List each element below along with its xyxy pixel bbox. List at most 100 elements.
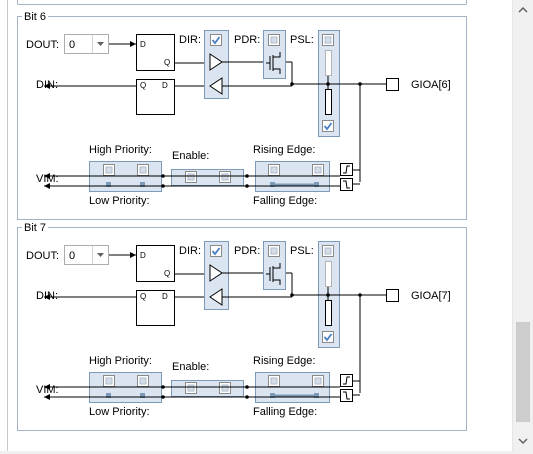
high-priority-checkbox-a-inner (105, 377, 113, 385)
pin-label: GIOA[7] (411, 290, 451, 302)
pdr-label: PDR: (234, 34, 260, 46)
enable-label: Enable: (172, 361, 209, 373)
psl-pulldown-checkbox[interactable] (322, 331, 334, 343)
rising-edge-checkbox-a-inner (270, 166, 278, 174)
dout-value: 0 (69, 39, 75, 51)
flipflop-d-label: D (162, 81, 168, 90)
pin-pad-icon (386, 78, 399, 91)
rising-edge-checkbox-a[interactable] (268, 164, 280, 176)
dout-dropdown[interactable]: 0 (64, 245, 109, 265)
psl-pullup-checkbox[interactable] (322, 34, 334, 46)
pin-label: GIOA[6] (411, 79, 451, 91)
group-title: Bit 6 (24, 11, 46, 23)
enable-checkbox-b[interactable] (219, 171, 231, 183)
rising-edge-checkbox-b[interactable] (312, 375, 324, 387)
enable-checkbox-a-inner (187, 173, 195, 181)
flipflop-q-label: Q (164, 269, 170, 278)
junction-dot (358, 82, 362, 86)
enable-box (171, 380, 244, 397)
junction-dot (161, 395, 165, 399)
rising-edge-checkbox-a-inner (270, 377, 278, 385)
dir-label: DIR: (179, 245, 201, 257)
junction-dot (358, 293, 362, 297)
flipflop-d-label: D (140, 40, 146, 49)
group-bit-1: Bit 7DOUT:DIN:VIM:0DQQDDIR:PDR:PSL:GIOA[… (17, 220, 467, 431)
pin-pad-icon (386, 289, 399, 302)
high-priority-checkbox-a[interactable] (103, 164, 115, 176)
gio-configuration-canvas: Bit 6DOUT:DIN:VIM:0DQQDDIR:PDR:PSL:GIOA[… (0, 0, 512, 451)
enable-checkbox-b-inner (221, 384, 229, 392)
rising-edge-checkbox-b[interactable] (312, 164, 324, 176)
junction-dot (245, 174, 249, 178)
junction-dot (326, 293, 330, 297)
dir-checkbox[interactable] (210, 34, 222, 46)
flipflop-q-label: Q (164, 58, 170, 67)
high-priority-checkbox-b[interactable] (137, 375, 149, 387)
dir-checkbox[interactable] (210, 245, 222, 257)
pdr-checkbox-inner (270, 36, 278, 44)
falling-edge-label: Falling Edge: (253, 195, 317, 207)
enable-checkbox-b[interactable] (219, 382, 231, 394)
junction-dot (326, 82, 330, 86)
low-priority-label: Low Priority: (89, 406, 150, 418)
pulldown-resistor-icon (325, 89, 332, 115)
dir-label: DIR: (179, 34, 201, 46)
pdr-checkbox[interactable] (268, 245, 280, 257)
pdr-checkbox[interactable] (268, 34, 280, 46)
high-priority-checkbox-a-inner (105, 166, 113, 174)
high-priority-checkbox-b-inner (139, 166, 147, 174)
psl-pullup-checkbox-inner (324, 36, 332, 44)
rising-edge-label: Rising Edge: (253, 355, 315, 367)
vertical-scrollbar[interactable] (512, 0, 533, 451)
junction-dot (161, 385, 165, 389)
psl-label: PSL: (290, 34, 314, 46)
high-priority-label: High Priority: (89, 355, 152, 367)
gio-pin-diagram: Bit 6DOUT:DIN:VIM:0DQQDDIR:PDR:PSL:GIOA[… (7, 0, 467, 451)
enable-checkbox-a[interactable] (185, 382, 197, 394)
arrow-right-icon (130, 41, 136, 47)
rising-edge-checkbox-b-inner (314, 166, 322, 174)
pulldown-resistor-icon (325, 300, 332, 326)
dir-checkbox-box[interactable] (210, 34, 222, 46)
group-title: Bit 7 (24, 222, 46, 234)
chevron-down-icon[interactable] (515, 433, 531, 449)
high-priority-checkbox-a[interactable] (103, 375, 115, 387)
dout-dropdown[interactable]: 0 (64, 34, 109, 54)
psl-pullup-checkbox[interactable] (322, 245, 334, 257)
junction-dot (161, 174, 165, 178)
dout-label: DOUT: (26, 39, 59, 51)
falling-edge-label: Falling Edge: (253, 406, 317, 418)
group-bit-0: Bit 6DOUT:DIN:VIM:0DQQDDIR:PDR:PSL:GIOA[… (17, 9, 467, 220)
chevron-up-icon[interactable] (515, 2, 531, 18)
psl-pulldown-checkbox-box[interactable] (322, 120, 334, 132)
psl-pulldown-checkbox[interactable] (322, 120, 334, 132)
flipflop-d-label: D (140, 251, 146, 260)
rising-edge-checkbox-a[interactable] (268, 375, 280, 387)
enable-box (171, 169, 244, 186)
high-priority-label: High Priority: (89, 144, 152, 156)
pullup-resistor-icon (325, 50, 332, 76)
pdr-label: PDR: (234, 245, 260, 257)
junction-dot (245, 184, 249, 188)
dir-checkbox-box[interactable] (210, 245, 222, 257)
pdr-checkbox-inner (270, 247, 278, 255)
flipflop-q-label: Q (140, 81, 146, 90)
pullup-resistor-icon (325, 261, 332, 287)
high-priority-checkbox-b-inner (139, 377, 147, 385)
low-priority-label: Low Priority: (89, 195, 150, 207)
rising-edge-label: Rising Edge: (253, 144, 315, 156)
psl-pullup-checkbox-inner (324, 247, 332, 255)
scrollbar-thumb[interactable] (516, 322, 530, 422)
psl-pulldown-checkbox-box[interactable] (322, 331, 334, 343)
arrow-right-icon (130, 252, 136, 258)
enable-label: Enable: (172, 150, 209, 162)
flipflop-d-label: D (162, 292, 168, 301)
dout-label: DOUT: (26, 250, 59, 262)
enable-checkbox-b-inner (221, 173, 229, 181)
high-priority-checkbox-b[interactable] (137, 164, 149, 176)
junction-dot (161, 184, 165, 188)
enable-checkbox-a[interactable] (185, 171, 197, 183)
enable-checkbox-a-inner (187, 384, 195, 392)
psl-label: PSL: (290, 245, 314, 257)
flipflop-q-label: Q (140, 292, 146, 301)
